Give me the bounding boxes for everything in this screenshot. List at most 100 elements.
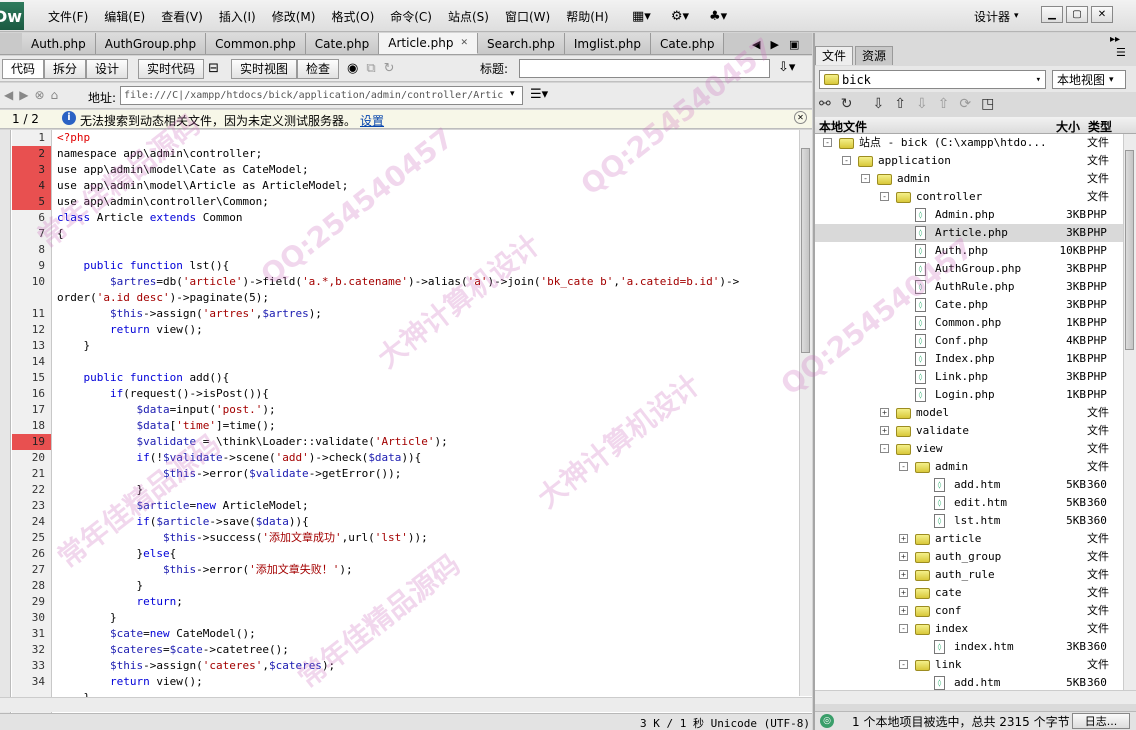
tree-file-row[interactable]: ◊ edit.htm 5KB 360 [815,494,1123,512]
address-input[interactable]: file:///C|/xampp/htdocs/bick/application… [120,86,523,105]
stop-icon[interactable]: ⊗ [34,88,44,102]
collapse-icon[interactable]: - [880,192,889,201]
code-line[interactable]: use app\admin\model\Cate as CateModel; [57,162,799,178]
code-line[interactable]: }else{ [57,546,799,562]
code-line[interactable]: $data['time']=time(); [57,418,799,434]
code-line[interactable]: $this->assign('cateres',$cateres); [57,658,799,674]
close-icon[interactable]: ✕ [794,111,807,124]
line-number[interactable]: 27 [12,562,51,578]
tree-file-row[interactable]: ◊ index.htm 3KB 360 [815,638,1123,656]
tree-file-row[interactable]: ◊ Login.php 1KB PHP [815,386,1123,404]
line-number[interactable]: 31 [12,626,51,642]
put-files-icon[interactable]: ⇧ [894,96,906,112]
code-line[interactable]: { [57,226,799,242]
tree-file-row[interactable]: ◊ Auth.php 10KB PHP [815,242,1123,260]
line-number-error[interactable]: 4 [12,178,51,194]
settings-link[interactable]: 设置 [360,114,384,128]
tree-folder-row[interactable]: - index 文件 [815,620,1123,638]
code-line[interactable]: return view(); [57,674,799,690]
gear-icon[interactable]: ⚙▾ [667,5,693,27]
expand-icon[interactable]: + [899,588,908,597]
tab-cate-2[interactable]: Cate.php [651,33,725,54]
line-number[interactable]: 15 [12,370,51,386]
code-line[interactable]: if($article->save($data)){ [57,514,799,530]
line-number[interactable]: 32 [12,642,51,658]
menu-file[interactable]: 文件(F) [40,0,96,32]
tab-assets[interactable]: 资源 [855,45,894,65]
line-number[interactable]: 24 [12,514,51,530]
code-line[interactable]: $validate = \think\Loader::validate('Art… [57,434,799,450]
code-line[interactable]: return view(); [57,322,799,338]
layout-icon[interactable]: ▦▾ [628,5,655,27]
line-number[interactable]: 29 [12,594,51,610]
tree-file-row[interactable]: ◊ Conf.php 4KB PHP [815,332,1123,350]
refresh-icon[interactable]: ↻ [841,96,853,112]
tree-folder-row[interactable]: - admin 文件 [815,170,1123,188]
minimize-icon[interactable]: ▁ [1041,6,1063,23]
code-line[interactable]: $this->success('添加文章成功',url('lst')); [57,530,799,546]
menu-site[interactable]: 站点(S) [440,0,497,32]
collapse-icon[interactable]: - [880,444,889,453]
tree-folder-row[interactable]: + auth_group 文件 [815,548,1123,566]
tree-hscrollbar[interactable] [815,690,1136,704]
line-number[interactable]: 21 [12,466,51,482]
col-local-files[interactable]: 本地文件 [819,118,867,135]
inspect-button[interactable]: 检查 [296,58,339,79]
line-number[interactable]: 23 [12,498,51,514]
panel-menu-icon[interactable]: ▸▸ [1110,34,1120,45]
tab-auth[interactable]: Auth.php [22,33,96,54]
code-line[interactable]: $this->assign('artres',$artres); [57,306,799,322]
line-number[interactable]: 10 [12,274,51,290]
line-number-error[interactable]: 19 [12,434,51,450]
line-number[interactable]: 18 [12,418,51,434]
line-number[interactable]: 8 [12,242,51,258]
line-number[interactable]: 20 [12,450,51,466]
expand-icon[interactable]: ◳ [981,96,994,112]
collapse-icon[interactable]: - [899,462,908,471]
code-line[interactable]: $this->error('添加文章失败！'); [57,562,799,578]
check-in-icon[interactable]: ⇧ [938,96,950,112]
split-view-button[interactable]: 拆分 [44,58,87,79]
tree-folder-row[interactable]: + article 文件 [815,530,1123,548]
line-number[interactable]: 12 [12,322,51,338]
code-scrollbar-thumb[interactable] [801,148,810,353]
tree-folder-row[interactable]: + auth_rule 文件 [815,566,1123,584]
live-view-button[interactable]: 实时视图 [230,58,297,79]
line-number[interactable]: 7 [12,226,51,242]
tab-article[interactable]: Article.php ✕ [379,33,478,54]
code-line[interactable]: public function lst(){ [57,258,799,274]
tab-files[interactable]: 文件 [815,45,854,65]
connect-icon[interactable]: ⚯ [819,96,831,112]
code-line[interactable]: } [57,482,799,498]
collapse-icon[interactable]: - [899,624,908,633]
menu-help[interactable]: 帮助(H) [558,0,616,32]
tree-folder-row[interactable]: - admin 文件 [815,458,1123,476]
forward-icon[interactable]: ▶ [19,88,28,102]
tree-file-row[interactable]: ◊ Cate.php 3KB PHP [815,296,1123,314]
tree-folder-row[interactable]: + model 文件 [815,404,1123,422]
tree-folder-row[interactable]: + conf 文件 [815,602,1123,620]
line-number-error[interactable]: 5 [12,194,51,210]
restore-icon[interactable]: ▣ [789,38,799,51]
collapse-icon[interactable]: - [842,156,851,165]
sync-icon[interactable]: ⟳ [959,96,971,112]
code-line[interactable]: use app\admin\model\Article as ArticleMo… [57,178,799,194]
code-line[interactable]: $artres=db('article')->field('a.*,b.cate… [57,274,799,290]
tree-file-row[interactable]: ◊ Common.php 1KB PHP [815,314,1123,332]
line-number[interactable]: 33 [12,658,51,674]
code-line[interactable]: <?php [57,130,799,146]
code-hscrollbar[interactable] [0,697,812,712]
code-line[interactable]: order('a.id desc')->paginate(5); [57,290,799,306]
tree-scrollbar-thumb[interactable] [1125,150,1134,350]
tree-file-row[interactable]: ◊ lst.htm 5KB 360 [815,512,1123,530]
tree-file-row[interactable]: ◊ AuthRule.php 3KB PHP [815,278,1123,296]
tree-folder-row[interactable]: + validate 文件 [815,422,1123,440]
line-number[interactable]: 6 [12,210,51,226]
expand-icon[interactable]: + [899,570,908,579]
code-line[interactable]: if(request()->isPost()){ [57,386,799,402]
tree-file-row[interactable]: ◊ add.htm 5KB 360 [815,674,1123,690]
line-number[interactable]: 26 [12,546,51,562]
site-select[interactable]: bick ▾ [819,70,1046,89]
tree-file-row[interactable]: ◊ Index.php 1KB PHP [815,350,1123,368]
globe-icon[interactable]: ◉ [343,58,362,80]
